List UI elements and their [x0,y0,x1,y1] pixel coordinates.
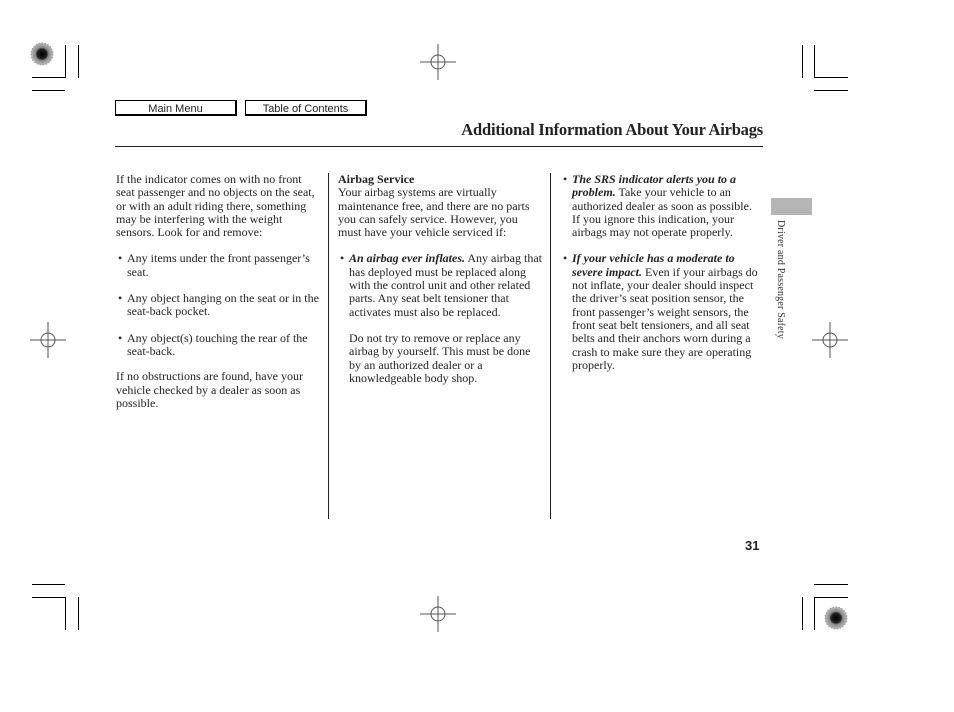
intro-paragraph: If the indicator comes on with no front … [116,172,315,240]
bullet-icon: • [118,251,123,266]
list-item: • If your vehicle has a moderate to sever… [561,252,761,372]
list-item: • Any object(s) touching the rear of the … [116,330,321,359]
main-menu-button[interactable]: Main Menu [115,100,237,116]
list-item-text: Even if your airbags do not inflate, you… [572,264,758,372]
list-item: • Any object hanging on the seat or in th… [116,291,321,319]
crosshair-left-icon [30,322,66,358]
list-item: • Any items under the front passenger’s s… [116,252,321,279]
closing-paragraph: If no obstructions are found, have your … [116,369,303,410]
column-divider [328,173,329,519]
bullet-icon: • [118,330,123,345]
list-item-text: Any object(s) touching the rear of the s… [127,330,308,358]
list-item: • An airbag ever inflates. Any airbag tha… [338,251,544,319]
page-number: 31 [745,538,760,553]
list-item-lead: An airbag ever inflates. [349,251,465,266]
column-3: • The SRS indicator alerts you to a probl… [561,172,761,372]
title-rule [115,146,763,147]
crosshair-top-icon [420,44,456,80]
note-paragraph: Do not try to remove or replace any airb… [349,330,531,385]
list-item: • The SRS indicator alerts you to a probl… [561,172,761,239]
crosshair-bottom-icon [420,596,456,632]
list-item-text: Any items under the front passenger’s se… [127,251,310,279]
bullet-icon: • [118,291,123,306]
column-1: If the indicator comes on with no front … [116,172,321,410]
list-item-text: Any object hanging on the seat or in the… [127,291,319,319]
column-divider [550,173,551,519]
intro-paragraph: Your airbag systems are virtually mainte… [338,185,530,240]
crosshair-right-icon [812,322,848,358]
section-tab-label: Driver and Passenger Safety [775,220,786,339]
column-2: Airbag Service Your airbag systems are v… [338,172,544,385]
section-tab [771,198,812,215]
registration-target-icon [824,606,848,630]
table-of-contents-button[interactable]: Table of Contents [245,100,367,116]
page-title: Additional Information About Your Airbag… [461,120,763,139]
bullet-icon: • [563,172,568,186]
registration-target-icon [30,42,54,66]
section-heading: Airbag Service [338,172,415,186]
bullet-icon: • [340,251,345,266]
bullet-icon: • [563,251,568,266]
